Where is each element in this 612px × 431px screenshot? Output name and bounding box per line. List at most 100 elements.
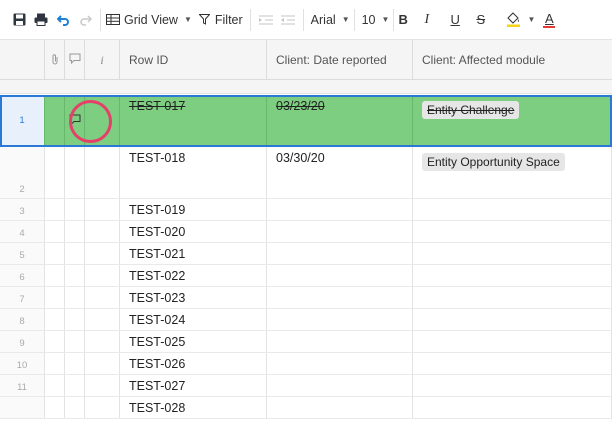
text-color-button[interactable]: A	[543, 8, 556, 32]
attachment-cell[interactable]	[45, 287, 65, 308]
affected-module-cell[interactable]	[413, 397, 612, 418]
affected-module-cell[interactable]	[413, 199, 612, 220]
info-cell[interactable]	[85, 375, 120, 396]
affected-module-cell[interactable]	[413, 309, 612, 330]
info-cell[interactable]	[85, 147, 120, 198]
underline-button[interactable]: U	[450, 8, 470, 32]
table-row[interactable]: 7 TEST-023	[0, 287, 612, 309]
comment-icon[interactable]	[69, 114, 81, 128]
table-row[interactable]: 5 TEST-021	[0, 243, 612, 265]
row-number[interactable]	[0, 397, 45, 418]
module-tag[interactable]: Entity Challenge	[422, 101, 520, 119]
attachment-cell[interactable]	[45, 375, 65, 396]
affected-module-cell[interactable]	[413, 375, 612, 396]
attachment-cell[interactable]	[45, 309, 65, 330]
comment-cell[interactable]	[65, 397, 85, 418]
italic-button[interactable]: I	[424, 8, 444, 32]
info-cell[interactable]	[85, 221, 120, 242]
date-reported-cell[interactable]	[267, 375, 413, 396]
comment-cell[interactable]	[65, 353, 85, 374]
info-cell[interactable]	[85, 353, 120, 374]
date-reported-cell[interactable]: 03/30/20	[267, 147, 413, 198]
row-id-cell[interactable]: TEST-017	[120, 95, 267, 146]
table-row[interactable]: 2 TEST-018 03/30/20 Entity Opportunity Spac…	[0, 147, 612, 199]
affected-module-cell[interactable]	[413, 243, 612, 264]
comment-cell[interactable]	[65, 331, 85, 352]
table-row[interactable]: 4 TEST-020	[0, 221, 612, 243]
row-number[interactable]: 9	[0, 331, 45, 352]
redo-icon[interactable]	[74, 9, 96, 31]
column-header-row-id[interactable]: Row ID	[120, 40, 267, 80]
date-reported-cell[interactable]	[267, 265, 413, 286]
affected-module-cell[interactable]	[413, 331, 612, 352]
affected-module-cell[interactable]	[413, 221, 612, 242]
table-row[interactable]: 11 TEST-027	[0, 375, 612, 397]
attachment-cell[interactable]	[45, 265, 65, 286]
info-cell[interactable]	[85, 331, 120, 352]
attachment-cell[interactable]	[45, 397, 65, 418]
attachment-cell[interactable]	[45, 95, 65, 146]
table-row[interactable]: 8 TEST-024	[0, 309, 612, 331]
table-row[interactable]: 10 TEST-026	[0, 353, 612, 375]
strikethrough-button[interactable]: S	[476, 8, 496, 32]
row-id-cell[interactable]: TEST-024	[120, 309, 267, 330]
date-reported-cell[interactable]	[267, 397, 413, 418]
date-reported-cell[interactable]	[267, 221, 413, 242]
row-number[interactable]: 1	[0, 95, 45, 146]
comment-cell[interactable]	[65, 265, 85, 286]
date-reported-cell[interactable]	[267, 353, 413, 374]
affected-module-cell[interactable]	[413, 265, 612, 286]
table-row[interactable]: 1 TEST-017 03/23/20 Entity Challenge	[0, 95, 612, 147]
comment-cell[interactable]	[65, 95, 85, 146]
affected-module-cell[interactable]: Entity Opportunity Space	[413, 147, 612, 198]
info-header[interactable]: i	[85, 40, 120, 80]
save-icon[interactable]	[8, 9, 30, 31]
column-header-date-reported[interactable]: Client: Date reported	[267, 40, 413, 80]
row-id-cell[interactable]: TEST-021	[120, 243, 267, 264]
print-icon[interactable]	[30, 9, 52, 31]
date-reported-cell[interactable]	[267, 309, 413, 330]
date-reported-cell[interactable]	[267, 243, 413, 264]
attachment-cell[interactable]	[45, 331, 65, 352]
grid-view-button[interactable]: Grid View ▼	[105, 8, 192, 32]
row-id-cell[interactable]: TEST-018	[120, 147, 267, 198]
affected-module-cell[interactable]	[413, 287, 612, 308]
row-id-cell[interactable]: TEST-025	[120, 331, 267, 352]
info-cell[interactable]	[85, 265, 120, 286]
attachment-cell[interactable]	[45, 199, 65, 220]
date-reported-cell[interactable]: 03/23/20	[267, 95, 413, 146]
row-number[interactable]: 7	[0, 287, 45, 308]
module-tag[interactable]: Entity Opportunity Space	[422, 153, 565, 171]
comment-cell[interactable]	[65, 243, 85, 264]
info-cell[interactable]	[85, 287, 120, 308]
font-size-select[interactable]: 10 ▼	[359, 8, 390, 32]
table-row[interactable]: TEST-028	[0, 397, 612, 419]
comment-cell[interactable]	[65, 287, 85, 308]
row-id-cell[interactable]: TEST-019	[120, 199, 267, 220]
info-cell[interactable]	[85, 243, 120, 264]
row-number[interactable]: 2	[0, 147, 45, 198]
column-header-affected-module[interactable]: Client: Affected module	[413, 40, 612, 80]
table-row[interactable]: 3 TEST-019	[0, 199, 612, 221]
row-number[interactable]: 4	[0, 221, 45, 242]
row-id-cell[interactable]: TEST-028	[120, 397, 267, 418]
comment-cell[interactable]	[65, 221, 85, 242]
attachment-cell[interactable]	[45, 147, 65, 198]
outdent-icon[interactable]	[277, 9, 299, 31]
comment-cell[interactable]	[65, 375, 85, 396]
affected-module-cell[interactable]	[413, 353, 612, 374]
attachment-cell[interactable]	[45, 243, 65, 264]
row-id-cell[interactable]: TEST-023	[120, 287, 267, 308]
bold-button[interactable]: B	[398, 8, 418, 32]
date-reported-cell[interactable]	[267, 331, 413, 352]
row-id-cell[interactable]: TEST-020	[120, 221, 267, 242]
fill-color-button[interactable]: ▼	[502, 8, 535, 32]
row-id-cell[interactable]: TEST-027	[120, 375, 267, 396]
table-row[interactable]: 6 TEST-022	[0, 265, 612, 287]
indent-icon[interactable]	[255, 9, 277, 31]
comment-cell[interactable]	[65, 199, 85, 220]
info-cell[interactable]	[85, 397, 120, 418]
date-reported-cell[interactable]	[267, 287, 413, 308]
info-cell[interactable]	[85, 309, 120, 330]
row-number[interactable]: 8	[0, 309, 45, 330]
